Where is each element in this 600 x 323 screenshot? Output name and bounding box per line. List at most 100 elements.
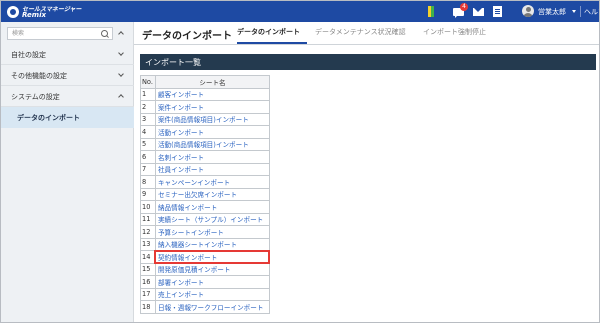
tab-data-import[interactable]: データのインポート: [237, 27, 307, 44]
sidebar-item-label: その他機能の設定: [11, 72, 67, 80]
chevron-down-icon: [118, 50, 124, 56]
tab-import-force-stop[interactable]: インポート強制停止: [423, 27, 486, 41]
user-name[interactable]: 営業太郎: [538, 7, 566, 17]
table-row: 16 部署インポート: [140, 275, 270, 289]
sheet-cell: 活動インポート: [154, 125, 270, 139]
sheet-cell: 顧客インポート: [154, 87, 270, 101]
sidebar-item-system-settings[interactable]: システムの設定: [1, 86, 134, 107]
sheet-link[interactable]: 納品情報インポート: [158, 204, 217, 212]
sheet-link[interactable]: キャンペーンインポート: [158, 179, 230, 187]
sheet-cell: 案件(商品情報項目)インポート: [154, 112, 270, 126]
sheet-cell: 部署インポート: [154, 275, 270, 289]
table-body: 1 顧客インポート 2 案件インポート 3 案件(商品情報項目)インポート 4 活動インポート…: [140, 87, 271, 314]
column-header-sheet-name: シート名: [154, 75, 270, 89]
sheet-link[interactable]: 実績シート（サンプル）インポート: [158, 216, 263, 224]
sidebar-item-company-settings[interactable]: 自社の設定: [1, 44, 134, 65]
search-input[interactable]: [8, 28, 96, 39]
table-row: 7 社員インポート: [140, 162, 270, 176]
table-header-row: No. シート名: [140, 75, 270, 89]
sheet-cell: セミナー出欠席インポート: [154, 187, 270, 201]
sheet-cell: 開発原価見積インポート: [154, 262, 270, 276]
help-link[interactable]: ヘルプ: [584, 7, 599, 17]
sheet-link[interactable]: 社員インポート: [158, 166, 204, 174]
row-number: 1: [140, 87, 156, 101]
sheet-cell: キャンペーンインポート: [154, 175, 270, 189]
table-row: 2 案件インポート: [140, 100, 270, 114]
divider: [134, 44, 599, 45]
table-row: 17 売上インポート: [140, 287, 270, 301]
table-row: 15 開発原価見積インポート: [140, 262, 270, 276]
sheet-link[interactable]: 部署インポート: [158, 279, 204, 287]
caret-down-icon[interactable]: [572, 10, 576, 13]
chevron-down-icon: [118, 71, 124, 77]
sheet-link[interactable]: 契約情報インポート: [158, 254, 217, 262]
row-number: 14: [140, 250, 156, 264]
panel-title: インポート一覧: [145, 58, 201, 67]
sheet-cell: 契約情報インポート: [154, 249, 271, 264]
tab-maintenance-status[interactable]: データメンテナンス状況確認: [315, 27, 406, 41]
sheet-cell: 活動(商品情報項目)インポート: [154, 137, 270, 151]
sidebar-item-label: 自社の設定: [11, 51, 46, 59]
avatar[interactable]: [522, 5, 534, 17]
sheet-link[interactable]: 納入機器シートインポート: [158, 241, 237, 249]
sheet-link[interactable]: 顧客インポート: [158, 91, 204, 99]
sheet-link[interactable]: セミナー出欠席インポート: [158, 191, 237, 199]
sheet-link[interactable]: 売上インポート: [158, 291, 204, 299]
sheet-link[interactable]: 活動(商品情報項目)インポート: [158, 141, 249, 149]
sheet-link[interactable]: 予算シートインポート: [158, 229, 224, 237]
row-number: 10: [140, 200, 156, 214]
import-table: No. シート名 1 顧客インポート 2 案件インポート 3 案件(商品情報項目)インポー…: [140, 75, 271, 314]
row-number: 5: [140, 137, 156, 151]
row-number: 11: [140, 212, 156, 226]
sheet-cell: 名刺インポート: [154, 150, 270, 164]
table-row: 6 名刺インポート: [140, 150, 270, 164]
row-number: 16: [140, 275, 156, 289]
search-icon[interactable]: [101, 30, 109, 38]
sheet-cell: 予算シートインポート: [154, 225, 270, 239]
table-row: 1 顧客インポート: [140, 87, 270, 101]
row-number: 9: [140, 187, 156, 201]
row-number: 17: [140, 287, 156, 301]
sheet-link[interactable]: 名刺インポート: [158, 154, 204, 162]
logo-line2: Remix: [22, 11, 46, 19]
sheet-cell: 案件インポート: [154, 100, 270, 114]
sheet-cell: 売上インポート: [154, 287, 270, 301]
sheet-cell: 納入機器シートインポート: [154, 237, 270, 251]
flag-icon[interactable]: [426, 5, 436, 18]
sheet-link[interactable]: 活動インポート: [158, 129, 204, 137]
row-number: 12: [140, 225, 156, 239]
sheet-cell: 実績シート（サンプル）インポート: [154, 212, 270, 226]
sidebar-subitem-data-import[interactable]: データのインポート: [1, 107, 134, 128]
table-row: 14 契約情報インポート: [140, 249, 271, 264]
sidebar-collapse-button[interactable]: [115, 27, 127, 40]
sheet-link[interactable]: 案件(商品情報項目)インポート: [158, 116, 249, 124]
app-window: セールスマネージャー Remix 4 営業太郎 ヘルプ 自社の設定 その他機能の…: [0, 0, 600, 323]
row-number: 15: [140, 262, 156, 276]
row-number: 4: [140, 125, 156, 139]
row-number: 7: [140, 162, 156, 176]
table-row: 12 予算シートインポート: [140, 225, 270, 239]
sheet-cell: 社員インポート: [154, 162, 270, 176]
sheet-link[interactable]: 日報・週報ワークフローインポート: [158, 304, 264, 312]
row-number: 18: [140, 300, 156, 314]
chat-icon[interactable]: 4: [453, 3, 468, 18]
table-row: 10 納品情報インポート: [140, 200, 270, 214]
top-bar: セールスマネージャー Remix 4 営業太郎 ヘルプ: [1, 1, 599, 22]
chevron-up-icon: [118, 31, 124, 37]
mail-icon[interactable]: [473, 5, 485, 18]
sidebar-item-label: システムの設定: [11, 93, 60, 101]
sidebar: 自社の設定 その他機能の設定 システムの設定 データのインポート: [1, 22, 134, 322]
row-number: 2: [140, 100, 156, 114]
sidebar-subitem-label: データのインポート: [17, 114, 80, 122]
sheet-link[interactable]: 開発原価見積インポート: [158, 266, 231, 274]
row-number: 6: [140, 150, 156, 164]
row-number: 3: [140, 112, 156, 126]
sheet-link[interactable]: 案件インポート: [158, 104, 204, 112]
sidebar-item-other-settings[interactable]: その他機能の設定: [1, 65, 134, 86]
table-row: 3 案件(商品情報項目)インポート: [140, 112, 270, 126]
table-row: 5 活動(商品情報項目)インポート: [140, 137, 270, 151]
doc-icon[interactable]: [493, 5, 503, 18]
table-row: 4 活動インポート: [140, 125, 270, 139]
search-box: [7, 27, 113, 40]
logo[interactable]: セールスマネージャー Remix: [7, 4, 97, 19]
